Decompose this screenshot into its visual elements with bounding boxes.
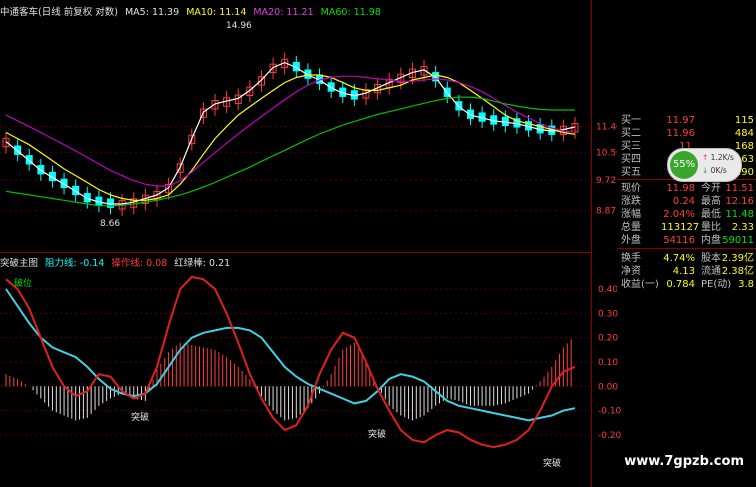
quote-row-d: 2.33 xyxy=(731,222,754,233)
indicator-axis-tick: 0.00 xyxy=(598,382,618,392)
quote-row-d: 11.48 xyxy=(725,209,754,220)
fundamental-row-c: 股本 xyxy=(701,253,721,264)
quote-row: 涨跌 0.24 最高 12.16 xyxy=(617,195,756,208)
indicator-axis-tick: -0.10 xyxy=(598,407,622,417)
download-speed: ↓ 0K/s xyxy=(702,166,727,175)
quote-row: 外盘 54116 内盘 59011 xyxy=(617,234,756,247)
indicator-axis-tick: 0.20 xyxy=(598,334,618,344)
site-watermark: www.7gpzb.com xyxy=(624,454,744,469)
price-axis-tick: 9.72 xyxy=(596,176,616,186)
order-book-row-label: 买四 xyxy=(621,154,641,165)
quote-row-d: 12.16 xyxy=(725,196,754,207)
quote-panel: 买一11.97115买二11.96484买三11.168买四163买五1190 … xyxy=(617,113,756,303)
order-book-row-qty: 63 xyxy=(741,154,754,165)
breakout-label-1: 突破 xyxy=(131,413,150,423)
indicator-axis-tick: 0.10 xyxy=(598,358,618,368)
quote-row-b: 54116 xyxy=(663,235,695,246)
download-arrow-icon: ↓ xyxy=(702,166,711,175)
breakout-label-2: 突破 xyxy=(368,430,387,440)
ma20-label: MA20: 11.21 xyxy=(253,7,314,18)
order-book-row: 买二 11.96 484 xyxy=(617,127,756,140)
fundamental-row-a: 净资 xyxy=(621,266,641,277)
breakout-label-3: 突破 xyxy=(543,459,562,469)
ma-line-ma60 xyxy=(5,96,575,207)
ma-line-ma5 xyxy=(5,61,576,205)
quote-row-c: 内盘 xyxy=(701,235,721,246)
quote-row-b: 11.98 xyxy=(666,183,695,194)
fundamental-row: 换手 4.74% 股本 2.39亿 xyxy=(617,252,756,265)
order-book-row-label: 买二 xyxy=(621,128,641,139)
ma-line-ma10 xyxy=(5,74,576,201)
order-book-row-price: 11.96 xyxy=(666,128,695,139)
price-axis-tick: 8.87 xyxy=(596,207,616,217)
breakdown-label: 破位 xyxy=(14,279,33,289)
quote-row-d: 11.51 xyxy=(725,183,754,194)
quote-row-c: 今开 xyxy=(701,183,721,194)
ma10-label: MA10: 11.14 xyxy=(186,7,247,18)
order-book-row-qty: 168 xyxy=(734,141,754,152)
order-book-row-qty: 115 xyxy=(734,115,754,126)
ma5-label: MA5: 11.39 xyxy=(124,7,180,18)
order-book-row-label: 买三 xyxy=(621,141,641,152)
fundamental-row-b: 4.13 xyxy=(672,266,695,277)
fundamental-row-d: 3.8 xyxy=(738,279,754,290)
upload-speed: ↑ 1.2K/s xyxy=(702,153,734,162)
indicator-name[interactable]: 突破主图 xyxy=(0,258,38,269)
quote-row-b: 113127 xyxy=(661,222,700,233)
cpu-usage-indicator: 55% xyxy=(670,151,698,179)
panel-divider xyxy=(617,248,756,249)
fundamental-row-a: 换手 xyxy=(621,253,641,264)
low-price-mark: 8.66 xyxy=(100,219,121,229)
panel-separator xyxy=(0,252,591,253)
indicator-header: 突破主图 阻力线: -0.14 操作线: 0.08 红绿棒: 0.21 xyxy=(0,255,234,269)
quote-row-a: 现价 xyxy=(621,183,641,194)
order-book-row-label: 买一 xyxy=(621,115,641,126)
price-axis-separator xyxy=(591,0,592,487)
quote-row-d: 59011 xyxy=(722,235,754,246)
resistance-line-label: 阻力线: -0.14 xyxy=(45,258,105,269)
order-book-row: 买一 11.97 115 xyxy=(617,114,756,127)
indicator-axis-tick: 0.30 xyxy=(598,309,618,319)
quote-row-b: 0.24 xyxy=(672,196,695,207)
fundamental-row: 收益(一) 0.784 PE(动) 3.8 xyxy=(617,278,756,291)
quote-row-b: 2.04% xyxy=(663,209,695,220)
fundamental-row-d: 2.38亿 xyxy=(721,266,754,277)
fundamental-row-b: 4.74% xyxy=(663,253,695,264)
quote-row: 总量 113127 量比 2.33 xyxy=(617,221,756,234)
quote-row: 涨幅 2.04% 最低 11.48 xyxy=(617,208,756,221)
upload-arrow-icon: ↑ xyxy=(702,153,711,162)
quote-row-a: 总量 xyxy=(621,222,641,233)
order-book-row-label: 买五 xyxy=(621,167,641,178)
redgreen-bar-label: 红绿棒: 0.21 xyxy=(174,258,231,269)
high-price-mark: 14.96 xyxy=(226,21,252,31)
quote-row-c: 量比 xyxy=(701,222,721,233)
order-book-row-qty: 484 xyxy=(734,128,754,139)
fundamental-row-b: 0.784 xyxy=(666,279,695,290)
stock-chart-window: 11.40 10.56 9.72 8.87 0.40 0.30 0.20 0.10 0.00 -0… xyxy=(0,0,756,487)
order-book-row-price: 11.97 xyxy=(666,115,695,126)
quote-row-c: 最高 xyxy=(701,196,721,207)
quote-row-a: 外盘 xyxy=(621,235,641,246)
ma60-label: MA60: 11.98 xyxy=(320,7,381,18)
quote-row-a: 涨幅 xyxy=(621,209,641,220)
operation-line-label: 操作线: 0.08 xyxy=(111,258,168,269)
candle-body xyxy=(37,165,45,175)
fundamental-row-c: PE(动) xyxy=(701,279,732,290)
quote-row: 现价 11.98 今开 11.51 xyxy=(617,182,756,195)
fundamental-row-d: 2.39亿 xyxy=(721,253,754,264)
indicator-axis-tick: -0.20 xyxy=(598,431,622,441)
fundamental-row: 净资 4.13 流通 2.38亿 xyxy=(617,265,756,278)
fundamental-row-c: 流通 xyxy=(701,266,721,277)
indicator-axis-tick: 0.40 xyxy=(598,285,618,295)
chart-title: 中通客车(日线 前复权 对数) xyxy=(0,7,118,18)
ma-line-ma20 xyxy=(5,75,576,187)
fundamental-row-a: 收益(一) xyxy=(621,279,659,290)
network-speed-widget[interactable]: 55% ↑ 1.2K/s ↓ 0K/s xyxy=(667,148,742,182)
main-chart-header: 中通客车(日线 前复权 对数) MA5: 11.39 MA10: 11.14 M… xyxy=(0,4,385,18)
quote-row-a: 涨跌 xyxy=(621,196,641,207)
quote-row-c: 最低 xyxy=(701,209,721,220)
